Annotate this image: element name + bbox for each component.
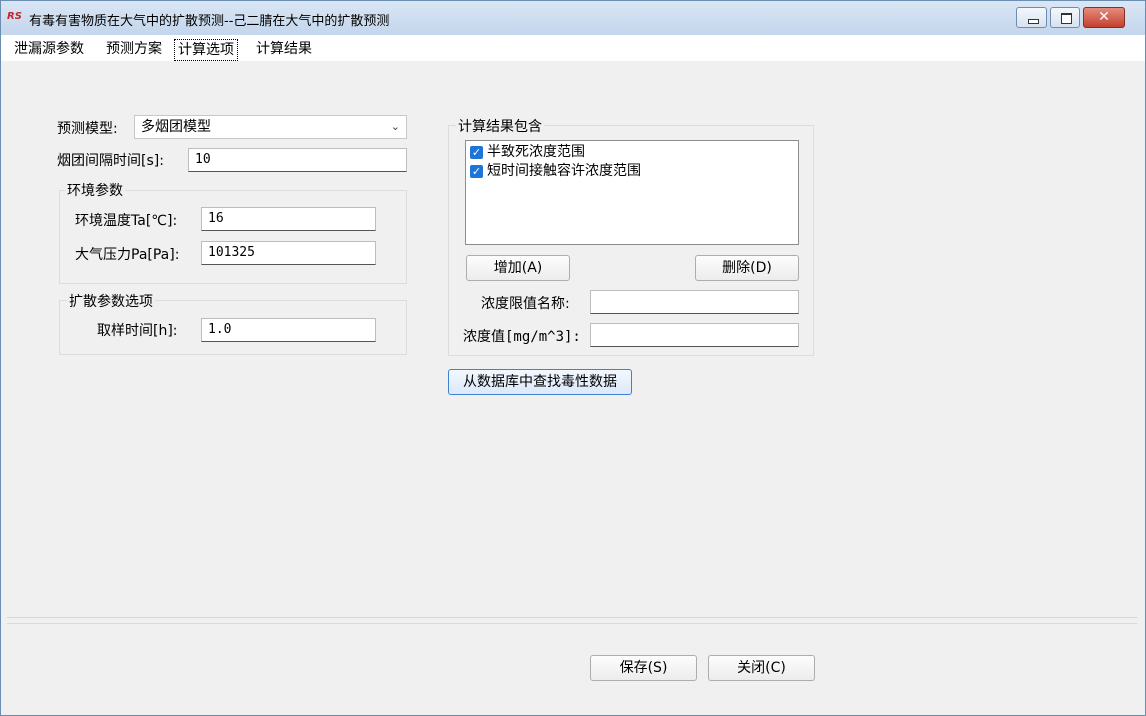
footer-divider <box>7 623 1137 624</box>
tab-calc-options[interactable]: 计算选项 <box>174 39 238 61</box>
save-button[interactable]: 保存(S) <box>590 655 697 681</box>
tab-forecast-plan[interactable]: 预测方案 <box>103 39 165 59</box>
limit-name-input[interactable] <box>590 290 799 314</box>
results-include-title: 计算结果包含 <box>456 116 544 136</box>
tab-calc-results[interactable]: 计算结果 <box>253 39 315 59</box>
env-params-title: 环境参数 <box>65 180 125 200</box>
list-item-label: 半致死浓度范围 <box>487 144 585 160</box>
minimize-icon <box>1028 19 1039 24</box>
pressure-input[interactable]: 101325 <box>201 241 376 265</box>
limit-name-label: 浓度限值名称: <box>481 296 570 312</box>
title-bar[interactable]: RS 有毒有害物质在大气中的扩散预测--己二腈在大气中的扩散预测 ✕ <box>1 1 1145 36</box>
tab-leak-source[interactable]: 泄漏源参数 <box>11 39 87 59</box>
app-window: RS 有毒有害物质在大气中的扩散预测--己二腈在大气中的扩散预测 ✕ 泄漏源参数… <box>0 0 1146 716</box>
interval-label: 烟团间隔时间[s]: <box>57 153 164 169</box>
window-title: 有毒有害物质在大气中的扩散预测--己二腈在大气中的扩散预测 <box>29 14 390 29</box>
conc-value-label: 浓度值[mg/m^3]: <box>463 329 581 345</box>
checkbox-checked-icon[interactable]: ✓ <box>470 164 483 178</box>
app-logo-icon: RS <box>7 11 22 22</box>
list-item-label: 短时间接触容许浓度范围 <box>487 163 641 179</box>
temp-label: 环境温度Ta[℃]: <box>75 213 178 229</box>
lookup-toxicity-button[interactable]: 从数据库中查找毒性数据 <box>448 369 632 395</box>
chevron-down-icon: ⌄ <box>390 120 400 133</box>
interval-input[interactable]: 10 <box>188 148 407 172</box>
diffusion-params-title: 扩散参数选项 <box>67 291 155 311</box>
sampling-input[interactable]: 1.0 <box>201 318 376 342</box>
close-window-button[interactable]: ✕ <box>1083 7 1125 28</box>
tab-bar <box>1 35 1145 61</box>
model-select[interactable]: 多烟团模型 ⌄ <box>134 115 407 139</box>
pressure-label: 大气压力Pa[Pa]: <box>75 247 180 263</box>
model-label: 预测模型: <box>57 121 118 137</box>
add-button[interactable]: 增加(A) <box>466 255 570 281</box>
maximize-icon <box>1061 13 1072 24</box>
close-button[interactable]: 关闭(C) <box>708 655 815 681</box>
results-checklist[interactable]: ✓ 半致死浓度范围 ✓ 短时间接触容许浓度范围 <box>465 140 799 245</box>
close-icon: ✕ <box>1098 9 1110 25</box>
model-select-value: 多烟团模型 <box>141 119 211 135</box>
delete-button[interactable]: 删除(D) <box>695 255 799 281</box>
temp-input[interactable]: 16 <box>201 207 376 231</box>
list-item[interactable]: ✓ 短时间接触容许浓度范围 <box>470 162 641 180</box>
conc-value-input[interactable] <box>590 323 799 347</box>
env-params-group <box>59 190 407 284</box>
checkbox-checked-icon[interactable]: ✓ <box>470 145 483 159</box>
minimize-button[interactable] <box>1016 7 1047 28</box>
sampling-label: 取样时间[h]: <box>97 323 178 339</box>
list-item[interactable]: ✓ 半致死浓度范围 <box>470 143 585 161</box>
maximize-button[interactable] <box>1050 7 1080 28</box>
